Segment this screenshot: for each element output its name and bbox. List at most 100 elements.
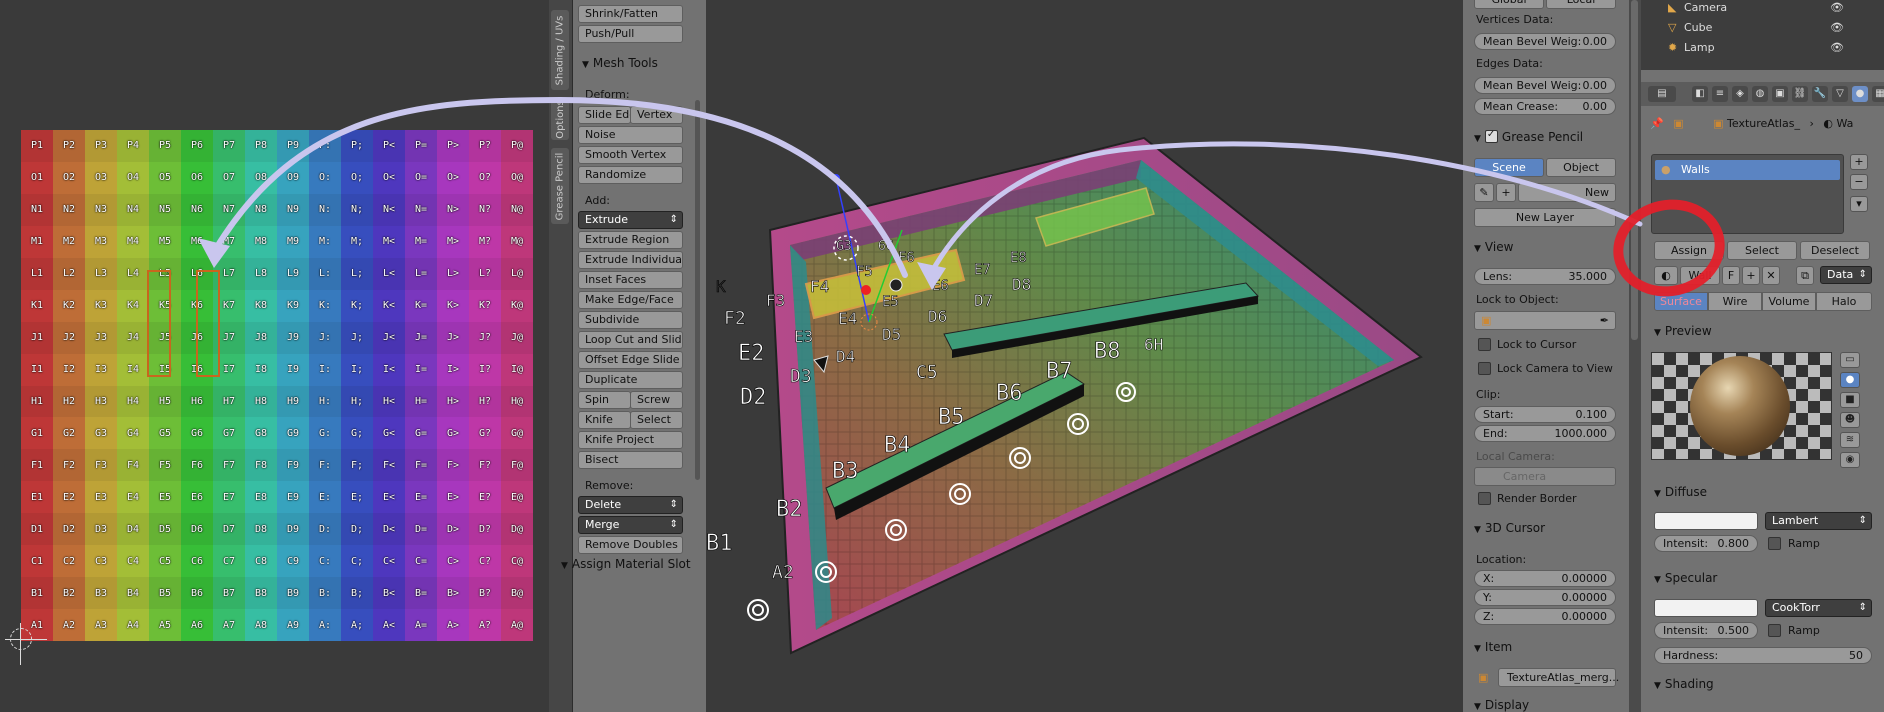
- specular-ramp-checkbox[interactable]: [1768, 624, 1781, 637]
- extrude-region-button[interactable]: Extrude Region: [578, 231, 683, 249]
- item-name-field[interactable]: TextureAtlas_merg...: [1498, 668, 1619, 687]
- tool-shelf-scrollbar[interactable]: [695, 100, 700, 480]
- shading-header[interactable]: ▼ Shading: [1654, 677, 1714, 691]
- spin-button[interactable]: Spin: [578, 391, 631, 409]
- lens-field[interactable]: Lens: 35.000: [1474, 268, 1616, 285]
- push-pull-button[interactable]: Push/Pull: [578, 25, 683, 43]
- visibility-eye-icon[interactable]: 👁: [1830, 1, 1844, 14]
- diffuse-shader-dropdown[interactable]: Lambert: [1765, 512, 1872, 530]
- cursor-z-field[interactable]: Z: 0.00000: [1474, 608, 1616, 625]
- hardness-slider[interactable]: Hardness: 50: [1654, 647, 1872, 664]
- mesh-tools-header[interactable]: ▼ Mesh Tools: [582, 56, 658, 70]
- knife-select-button[interactable]: Select: [630, 411, 683, 429]
- preview-sky-icon[interactable]: ◉: [1840, 452, 1860, 468]
- grease-pencil-brush-icon[interactable]: ✎: [1474, 183, 1494, 202]
- delete-dropdown[interactable]: Delete: [578, 496, 683, 514]
- select-button[interactable]: Select: [1727, 241, 1797, 260]
- item-header[interactable]: ▼ Item: [1474, 640, 1512, 654]
- grease-pencil-header[interactable]: ▼Grease Pencil: [1474, 129, 1583, 144]
- uv-image-editor[interactable]: P1 P2 P3 P4 P5 P6 P7 P8 P9 P: P; P< P= P> P? P@ O1 O2 O3 O4…: [0, 0, 549, 712]
- tab-shading-uvs[interactable]: Shading / UVs: [551, 10, 569, 90]
- shrink-fatten-button[interactable]: Shrink/Fatten: [578, 5, 683, 23]
- remove-slot-icon[interactable]: −: [1850, 174, 1868, 190]
- add-material-icon[interactable]: +: [1742, 266, 1760, 285]
- screw-button[interactable]: Screw: [630, 391, 683, 409]
- editor-type-icon[interactable]: ▤: [1648, 86, 1676, 102]
- unlink-material-icon[interactable]: ✕: [1762, 266, 1780, 285]
- material-slot-walls[interactable]: ● Walls: [1655, 160, 1840, 180]
- material-link-dropdown[interactable]: Data: [1820, 266, 1872, 284]
- scene-toggle[interactable]: Scene: [1474, 158, 1544, 177]
- remove-doubles-button[interactable]: Remove Doubles: [578, 536, 683, 554]
- local-toggle[interactable]: Local: [1546, 0, 1616, 9]
- breadcrumb-material[interactable]: Wa: [1836, 117, 1853, 130]
- slide-edge-button[interactable]: Slide Edge: [578, 106, 631, 124]
- wire-tab[interactable]: Wire: [1708, 292, 1762, 311]
- bisect-button[interactable]: Bisect: [578, 451, 683, 469]
- diffuse-intensity-slider[interactable]: Intensit: 0.800: [1654, 535, 1758, 552]
- make-edge-face-button[interactable]: Make Edge/Face: [578, 291, 683, 309]
- diffuse-ramp-checkbox[interactable]: [1768, 537, 1781, 550]
- material-tab-icon[interactable]: ●: [1852, 86, 1868, 102]
- layers-tab-icon[interactable]: ≡: [1712, 86, 1728, 102]
- deselect-button[interactable]: Deselect: [1800, 241, 1870, 260]
- uv-selected-island-1[interactable]: [147, 270, 171, 377]
- outliner-row-cube[interactable]: ▽ Cube 👁: [1660, 21, 1880, 38]
- slot-specials-icon[interactable]: ▾: [1850, 196, 1868, 212]
- lock-to-cursor-checkbox[interactable]: [1478, 338, 1491, 351]
- inset-faces-button[interactable]: Inset Faces: [578, 271, 683, 289]
- subdivide-button[interactable]: Subdivide: [578, 311, 683, 329]
- tab-options[interactable]: Options: [551, 98, 569, 140]
- new-layer-button[interactable]: New Layer: [1474, 208, 1616, 227]
- specular-shader-dropdown[interactable]: CookTorr: [1765, 599, 1872, 617]
- preview-cube-icon[interactable]: ■: [1840, 392, 1860, 408]
- extrude-dropdown[interactable]: Extrude: [578, 211, 683, 229]
- uv-selected-island-2[interactable]: [196, 270, 220, 377]
- randomize-button[interactable]: Randomize: [578, 166, 683, 184]
- render-border-checkbox[interactable]: [1478, 492, 1491, 505]
- outliner-row-camera[interactable]: ◣ Camera 👁: [1660, 1, 1880, 18]
- display-header[interactable]: ▼ Display: [1474, 698, 1529, 712]
- loop-cut-slide-button[interactable]: Loop Cut and Slide: [578, 331, 683, 349]
- scene-tab-icon[interactable]: ◈: [1732, 86, 1748, 102]
- lock-camera-to-view-checkbox[interactable]: [1478, 362, 1491, 375]
- preview-monkey-icon[interactable]: ☻: [1840, 412, 1860, 428]
- diffuse-header[interactable]: ▼ Diffuse: [1654, 485, 1707, 499]
- clip-end-field[interactable]: End: 1000.000: [1474, 425, 1616, 442]
- view-header[interactable]: ▼ View: [1474, 240, 1513, 254]
- visibility-eye-icon[interactable]: 👁: [1830, 21, 1844, 34]
- smooth-vertex-button[interactable]: Smooth Vertex: [578, 146, 683, 164]
- assign-material-slot-header[interactable]: ▼ Assign Material Slot: [561, 557, 691, 571]
- uv-texture-grid[interactable]: P1 P2 P3 P4 P5 P6 P7 P8 P9 P: P; P< P= P> P? P@ O1 O2 O3 O4…: [21, 130, 533, 641]
- halo-tab[interactable]: Halo: [1816, 292, 1872, 311]
- modifiers-tab-icon[interactable]: 🔧: [1812, 86, 1828, 102]
- add-slot-icon[interactable]: +: [1850, 154, 1868, 170]
- data-tab-icon[interactable]: ▽: [1832, 86, 1848, 102]
- preview-header[interactable]: ▼ Preview: [1654, 324, 1712, 338]
- preview-flat-icon[interactable]: ▭: [1840, 352, 1860, 368]
- diffuse-color-swatch[interactable]: [1654, 512, 1758, 530]
- extrude-individual-button[interactable]: Extrude Individual: [578, 251, 683, 269]
- merge-dropdown[interactable]: Merge: [578, 516, 683, 534]
- new-grease-pencil-button[interactable]: New: [1518, 183, 1616, 202]
- world-tab-icon[interactable]: ◍: [1752, 86, 1768, 102]
- cursor-y-field[interactable]: Y: 0.00000: [1474, 589, 1616, 606]
- object-tab-icon[interactable]: ▣: [1772, 86, 1788, 102]
- preview-sphere-icon[interactable]: ●: [1840, 372, 1860, 388]
- texture-tab-icon[interactable]: ▦: [1872, 86, 1884, 102]
- offset-edge-slide-button[interactable]: Offset Edge Slide: [578, 351, 683, 369]
- constraints-tab-icon[interactable]: ⛓: [1792, 86, 1808, 102]
- volume-tab[interactable]: Volume: [1762, 292, 1816, 311]
- visibility-eye-icon[interactable]: 👁: [1830, 41, 1844, 54]
- add-icon[interactable]: +: [1496, 183, 1516, 202]
- pin-icon[interactable]: 📌: [1650, 117, 1664, 130]
- knife-project-button[interactable]: Knife Project: [578, 431, 683, 449]
- specular-color-swatch[interactable]: [1654, 599, 1758, 617]
- global-toggle[interactable]: Global: [1474, 0, 1544, 9]
- fake-user-button[interactable]: F: [1722, 266, 1740, 285]
- breadcrumb-object[interactable]: TextureAtlas_: [1727, 117, 1800, 130]
- knife-button[interactable]: Knife: [578, 411, 631, 429]
- cursor-x-field[interactable]: X: 0.00000: [1474, 570, 1616, 587]
- render-tab-icon[interactable]: ◧: [1692, 86, 1708, 102]
- 3d-viewport[interactable]: A1 A2 B1 B2 B3 B4 B5 B6 B7 B8 C5 D1 D2 D…: [706, 0, 1463, 712]
